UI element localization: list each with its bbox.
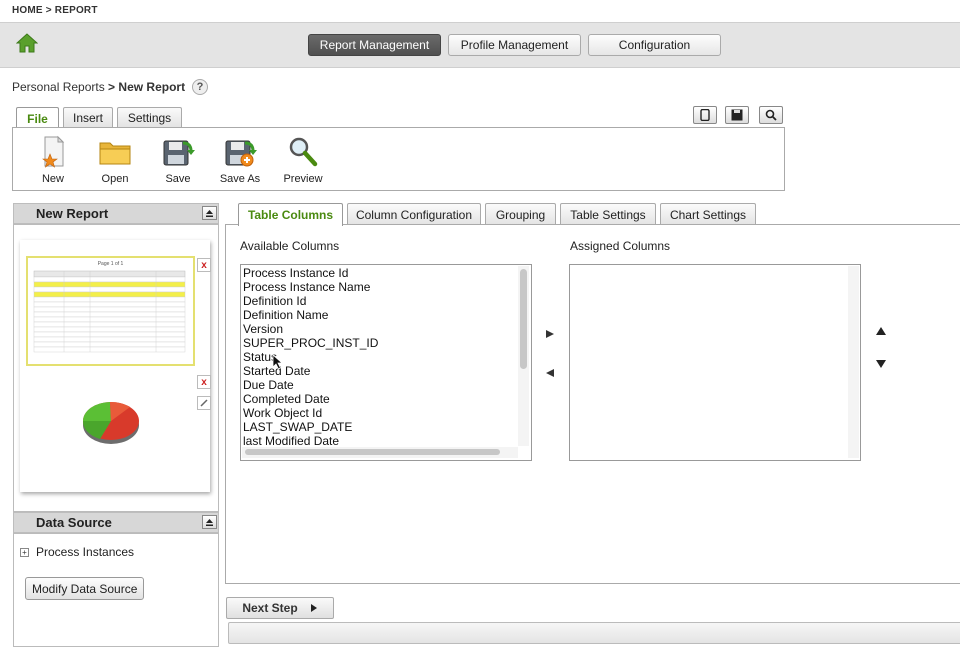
assigned-scrollbar[interactable] bbox=[848, 266, 859, 458]
tab-file[interactable]: File bbox=[16, 107, 59, 129]
collapse-icon[interactable] bbox=[202, 206, 217, 220]
top-breadcrumb: HOME > REPORT bbox=[12, 5, 98, 16]
list-item[interactable]: Status bbox=[241, 350, 531, 364]
tree-item-process-instances[interactable]: Process Instances bbox=[36, 545, 134, 559]
folder-icon bbox=[98, 135, 132, 169]
tab-table-columns[interactable]: Table Columns bbox=[238, 203, 343, 226]
mouse-cursor-icon bbox=[272, 354, 284, 373]
add-column-arrow-icon[interactable] bbox=[545, 328, 555, 342]
next-step-label: Next Step bbox=[242, 601, 298, 615]
list-item[interactable]: Due Date bbox=[241, 378, 531, 392]
list-item[interactable]: Work Object Id bbox=[241, 406, 531, 420]
remove-table-icon[interactable]: x bbox=[197, 258, 211, 272]
tab-column-configuration[interactable]: Column Configuration bbox=[347, 203, 481, 225]
assigned-columns-label: Assigned Columns bbox=[570, 239, 671, 253]
table-thumbnail[interactable]: Page 1 of 1 bbox=[26, 256, 195, 366]
tab-settings[interactable]: Settings bbox=[117, 107, 182, 128]
configuration-button[interactable]: Configuration bbox=[588, 34, 721, 56]
move-down-arrow-icon[interactable] bbox=[875, 358, 887, 372]
available-columns-label: Available Columns bbox=[240, 239, 340, 253]
open-button[interactable]: Open bbox=[85, 135, 145, 185]
new-button[interactable]: New bbox=[23, 135, 83, 185]
magnifier-icon bbox=[286, 135, 320, 169]
assigned-columns-list[interactable] bbox=[569, 264, 861, 461]
vertical-scrollbar[interactable] bbox=[518, 266, 529, 446]
list-item[interactable]: LAST_SWAP_DATE bbox=[241, 420, 531, 434]
open-label: Open bbox=[101, 173, 129, 185]
list-item[interactable]: SUPER_PROC_INST_ID bbox=[241, 336, 531, 350]
pie-chart-thumbnail[interactable] bbox=[80, 396, 142, 446]
horizontal-scrollbar[interactable] bbox=[242, 447, 518, 458]
preview-button[interactable]: Preview bbox=[273, 135, 333, 185]
list-item[interactable]: Definition Name bbox=[241, 308, 531, 322]
horizontal-scroll-thumb[interactable] bbox=[245, 449, 500, 455]
tab-chart-settings[interactable]: Chart Settings bbox=[660, 203, 756, 225]
new-label: New bbox=[41, 173, 64, 185]
device-icon[interactable] bbox=[693, 106, 717, 124]
list-item[interactable]: Started Date bbox=[241, 364, 531, 378]
report-management-button[interactable]: Report Management bbox=[308, 34, 441, 56]
list-item[interactable]: last Modified Date bbox=[241, 434, 531, 448]
remove-column-arrow-icon[interactable] bbox=[545, 367, 555, 381]
vertical-scroll-thumb[interactable] bbox=[520, 269, 527, 369]
profile-management-button[interactable]: Profile Management bbox=[448, 34, 581, 56]
save-icon bbox=[161, 135, 195, 169]
thumbnail-pager: Page 1 of 1 bbox=[97, 261, 124, 267]
save-button[interactable]: Save bbox=[148, 135, 208, 185]
breadcrumb-parent[interactable]: Personal Reports bbox=[12, 80, 105, 94]
new-document-icon bbox=[36, 135, 70, 169]
available-columns-list[interactable]: Process Instance Id Process Instance Nam… bbox=[240, 264, 532, 461]
edit-pencil-icon[interactable] bbox=[197, 396, 211, 410]
list-item[interactable]: Completed Date bbox=[241, 392, 531, 406]
list-item[interactable]: Process Instance Name bbox=[241, 280, 531, 294]
list-item[interactable]: Version bbox=[241, 322, 531, 336]
data-source-collapse-icon[interactable] bbox=[202, 515, 217, 529]
expand-plus-icon[interactable]: + bbox=[20, 548, 29, 557]
bottom-status-bar bbox=[228, 622, 960, 644]
save-label: Save bbox=[165, 173, 191, 185]
move-up-arrow-icon[interactable] bbox=[875, 325, 887, 339]
available-columns-items: Process Instance Id Process Instance Nam… bbox=[241, 265, 531, 448]
list-item[interactable]: Definition Id bbox=[241, 294, 531, 308]
next-arrow-icon bbox=[310, 604, 317, 612]
save-as-label: Save As bbox=[219, 173, 261, 185]
save-as-button[interactable]: Save As bbox=[210, 135, 270, 185]
help-icon[interactable]: ? bbox=[192, 79, 208, 95]
tab-table-settings[interactable]: Table Settings bbox=[560, 203, 656, 225]
tab-grouping[interactable]: Grouping bbox=[485, 203, 556, 225]
save-as-icon bbox=[223, 135, 257, 169]
breadcrumb-current: New Report bbox=[118, 80, 186, 94]
breadcrumb-separator: > bbox=[104, 80, 119, 94]
table-thumbnail-grid bbox=[33, 270, 186, 353]
remove-chart-icon[interactable]: x bbox=[197, 375, 211, 389]
new-report-panel-header: New Report bbox=[13, 203, 219, 224]
page-breadcrumb: Personal Reports > New Report bbox=[12, 80, 185, 94]
next-step-button[interactable]: Next Step bbox=[226, 597, 334, 619]
data-source-panel-header: Data Source bbox=[13, 512, 219, 533]
modify-data-source-button[interactable]: Modify Data Source bbox=[25, 577, 145, 600]
preview-label: Preview bbox=[283, 173, 323, 185]
tab-insert[interactable]: Insert bbox=[63, 107, 113, 128]
search-icon[interactable] bbox=[759, 106, 783, 124]
home-icon[interactable] bbox=[15, 33, 39, 53]
list-item[interactable]: Process Instance Id bbox=[241, 266, 531, 280]
save-disk-icon[interactable] bbox=[725, 106, 749, 124]
